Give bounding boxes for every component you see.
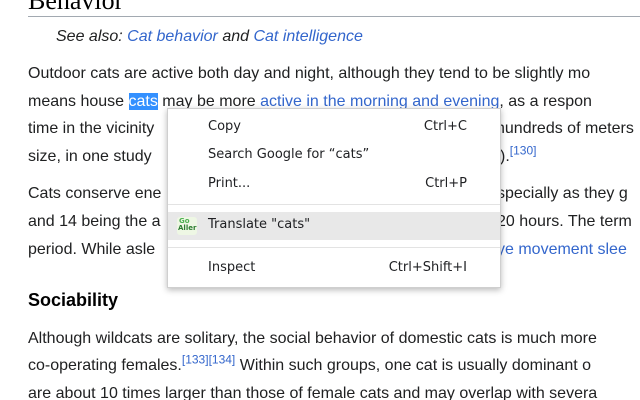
- see-also-hatnote: See also: Cat behavior and Cat intellige…: [56, 27, 363, 47]
- link-rapid-eye-movement-sleep[interactable]: ye movement slee: [497, 241, 627, 258]
- paragraph-line: period. While asle: [28, 241, 156, 258]
- menu-item-inspect[interactable]: Inspect Ctrl+Shift+I: [168, 255, 500, 283]
- paragraph-line: Although wildcats are solitary, the soci…: [28, 330, 597, 347]
- menu-item-label: Translate "cats": [208, 217, 311, 232]
- section-heading-behavior: Behavior: [28, 0, 124, 15]
- hatnote-prefix: See also:: [56, 28, 128, 45]
- paragraph-line: co-operating females.[133][134] Within s…: [28, 353, 592, 376]
- paragraph-line: Outdoor cats are active both day and nig…: [28, 65, 591, 82]
- menu-item-shortcut: Ctrl+P: [425, 176, 467, 191]
- menu-separator: [168, 204, 500, 205]
- heading-divider: [28, 16, 640, 17]
- menu-item-copy[interactable]: Copy Ctrl+C: [168, 114, 500, 142]
- menu-item-label: Print...: [208, 176, 251, 191]
- link-cat-intelligence[interactable]: Cat intelligence: [253, 28, 362, 45]
- text-span: co-operating females.: [28, 357, 182, 374]
- reference-133[interactable]: [133]: [182, 353, 209, 367]
- text-span: means house: [28, 93, 129, 110]
- link-cat-behavior[interactable]: Cat behavior: [127, 28, 218, 45]
- menu-item-label: Copy: [208, 119, 241, 134]
- paragraph-line: are about 10 times larger than those of …: [28, 385, 598, 400]
- menu-item-print[interactable]: Print... Ctrl+P: [168, 171, 500, 199]
- reference-130[interactable]: [130]: [510, 144, 537, 158]
- selected-text[interactable]: cats: [128, 93, 158, 110]
- context-menu: Copy Ctrl+C Search Google for “cats” Pri…: [167, 108, 501, 288]
- paragraph-line-right: ).[130]: [500, 144, 537, 167]
- menu-separator: [168, 247, 500, 248]
- menu-item-search-google[interactable]: Search Google for “cats”: [168, 142, 500, 170]
- menu-item-label: Search Google for “cats”: [208, 147, 370, 162]
- paragraph-line: time in the vicinity: [28, 120, 155, 137]
- translate-icon: Go Aller: [177, 217, 197, 235]
- menu-item-label: Inspect: [208, 260, 256, 275]
- text-span: Within such groups, one cat is usually d…: [235, 357, 592, 374]
- hatnote-middle: and: [217, 28, 254, 45]
- paragraph-line-right: ye movement slee: [497, 240, 627, 260]
- paragraph-line: size, in one study: [28, 148, 152, 165]
- reference-134[interactable]: [134]: [209, 353, 236, 367]
- translate-icon-bottom-text: Aller: [178, 224, 197, 232]
- text-span: , as a respon: [499, 93, 592, 110]
- paragraph-line: and 14 being the a: [28, 213, 161, 230]
- paragraph-line-right: specially as they g: [497, 185, 628, 202]
- menu-item-translate[interactable]: Go Aller Translate "cats": [168, 212, 500, 240]
- menu-item-shortcut: Ctrl+C: [423, 119, 467, 134]
- section-heading-sociability: Sociability: [28, 290, 119, 310]
- paragraph-line: Cats conserve ene: [28, 185, 162, 202]
- text-span: ).: [500, 148, 510, 165]
- menu-item-shortcut: Ctrl+Shift+I: [388, 260, 467, 275]
- paragraph-line-right: 20 hours. The term: [497, 213, 632, 230]
- paragraph-line-right: hundreds of meters: [496, 120, 634, 137]
